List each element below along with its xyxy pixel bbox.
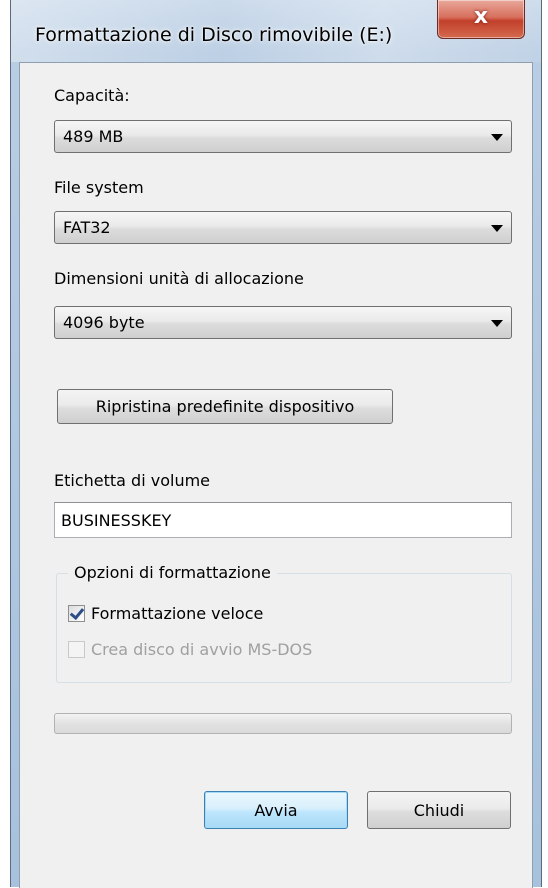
- quick-format-checkbox[interactable]: [68, 604, 85, 622]
- capacity-value: 489 MB: [63, 127, 124, 146]
- allocation-unit-label: Dimensioni unità di allocazione: [54, 269, 304, 288]
- title-bar[interactable]: Formattazione di Disco rimovibile (E:) x: [11, 0, 541, 62]
- chevron-down-icon: [491, 134, 503, 141]
- allocation-unit-value: 4096 byte: [63, 313, 145, 332]
- quick-format-option[interactable]: Formattazione veloce: [68, 601, 263, 625]
- close-window-button[interactable]: x: [437, 0, 525, 39]
- allocation-unit-dropdown[interactable]: 4096 byte: [54, 306, 512, 339]
- ms-dos-boot-option: Crea disco di avvio MS-DOS: [68, 637, 312, 661]
- quick-format-label: Formattazione veloce: [91, 603, 264, 623]
- start-button[interactable]: Avvia: [204, 791, 348, 829]
- format-options-group: [56, 573, 512, 683]
- ms-dos-boot-label: Crea disco di avvio MS-DOS: [91, 639, 313, 659]
- close-button[interactable]: Chiudi: [367, 791, 511, 829]
- restore-defaults-button[interactable]: Ripristina predefinite dispositivo: [57, 389, 393, 424]
- format-options-legend: Opzioni di formattazione: [68, 563, 277, 582]
- dialog-client-area: Capacità: 489 MB File system FAT32 Dimen…: [19, 62, 533, 888]
- format-progress-bar: [54, 713, 512, 734]
- volume-label-label: Etichetta di volume: [54, 471, 211, 490]
- chevron-down-icon: [491, 320, 503, 327]
- format-dialog-window: Formattazione di Disco rimovibile (E:) x…: [10, 0, 542, 888]
- file-system-value: FAT32: [63, 218, 111, 237]
- chevron-down-icon: [491, 225, 503, 232]
- file-system-dropdown[interactable]: FAT32: [54, 211, 512, 244]
- ms-dos-boot-checkbox: [68, 640, 85, 658]
- close-icon: x: [473, 4, 489, 29]
- file-system-label: File system: [54, 178, 144, 197]
- volume-label-input[interactable]: [54, 502, 512, 538]
- window-title: Formattazione di Disco rimovibile (E:): [35, 24, 393, 46]
- capacity-dropdown[interactable]: 489 MB: [54, 120, 512, 153]
- capacity-label: Capacità:: [54, 86, 130, 105]
